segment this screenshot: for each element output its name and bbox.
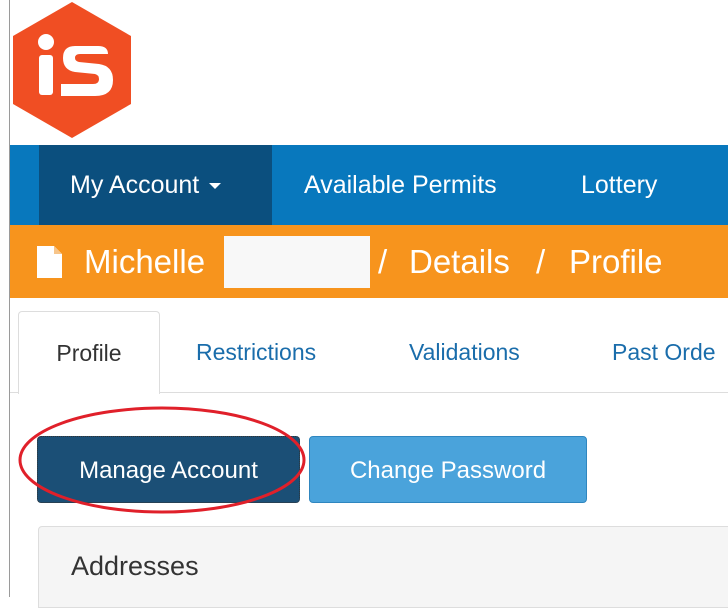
breadcrumb-separator-2: / bbox=[536, 243, 546, 280]
app-logo-icon bbox=[13, 2, 131, 138]
breadcrumb-profile: Profile bbox=[569, 243, 663, 280]
window-left-edge bbox=[0, 0, 10, 597]
redacted-surname bbox=[224, 236, 370, 288]
nav-available-permits[interactable]: Available Permits bbox=[304, 145, 497, 225]
breadcrumb-name[interactable]: Michelle bbox=[84, 225, 205, 298]
tab-profile[interactable]: Profile bbox=[18, 311, 160, 394]
nav-lottery[interactable]: Lottery bbox=[581, 145, 657, 225]
breadcrumb-separator-1: / bbox=[378, 243, 388, 280]
nav-my-account[interactable]: My Account bbox=[39, 145, 272, 225]
tab-validations[interactable]: Validations bbox=[409, 311, 520, 393]
nav-available-permits-label: Available Permits bbox=[304, 171, 497, 199]
caret-down-icon bbox=[209, 183, 222, 190]
change-password-button[interactable]: Change Password bbox=[309, 436, 587, 503]
breadcrumb-details[interactable]: Details bbox=[409, 225, 510, 298]
nav-lottery-label: Lottery bbox=[581, 171, 658, 199]
highlight-annotation bbox=[18, 406, 306, 514]
tab-restrictions[interactable]: Restrictions bbox=[196, 311, 316, 393]
tab-past-orders[interactable]: Past Orde bbox=[612, 311, 716, 393]
addresses-panel-title: Addresses bbox=[71, 551, 199, 581]
top-navbar: My Account Available Permits Lottery bbox=[9, 145, 728, 225]
addresses-panel: Addresses bbox=[38, 526, 728, 608]
nav-my-account-label: My Account bbox=[70, 171, 200, 199]
file-icon bbox=[37, 246, 62, 278]
